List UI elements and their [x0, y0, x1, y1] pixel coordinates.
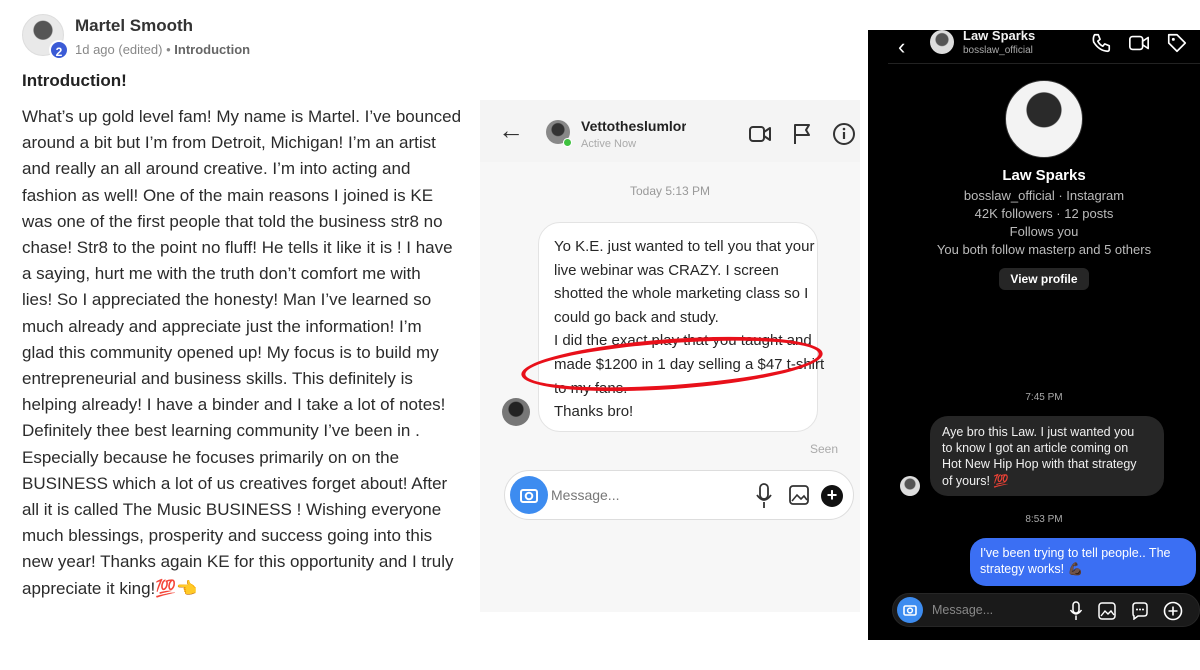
back-icon[interactable]: ‹	[898, 34, 905, 60]
message-line: to know I got an article coming on	[942, 441, 1129, 456]
community-post: 2 Martel Smooth 1d ago (edited) • Introd…	[0, 0, 480, 670]
body-line: was one of the first people that told th…	[22, 211, 443, 231]
active-status: Active Now	[581, 138, 637, 150]
plus-icon[interactable]: +	[821, 485, 843, 507]
sent-message-bubble: I've been trying to tell people.. The st…	[970, 538, 1196, 586]
profile-stats-line: 42K followers · 12 posts	[974, 206, 1114, 221]
message-line: Thanks bro!	[554, 403, 634, 421]
camera-icon[interactable]	[510, 476, 548, 514]
body-line: around a bit but I’m from Detroit, Michi…	[22, 133, 436, 153]
message-timestamp: 7:45 PM	[1025, 392, 1063, 403]
profile-handle-line: bosslaw_official · Instagram	[963, 188, 1125, 203]
message-line: could go back and study.	[554, 308, 719, 326]
view-profile-button[interactable]: View profile	[999, 268, 1089, 290]
post-meta: 1d ago (edited) • Introduction	[75, 42, 250, 57]
microphone-icon[interactable]	[755, 483, 773, 509]
profile-name: Law Sparks	[1002, 167, 1086, 184]
meta-separator: •	[166, 42, 171, 57]
body-line: fashion as well! One of the main reasons…	[22, 185, 434, 205]
back-arrow-icon[interactable]: ←	[498, 117, 524, 143]
contact-username[interactable]: Vettotheslumlorc	[581, 118, 686, 134]
camera-icon[interactable]	[897, 597, 923, 623]
profile-avatar[interactable]	[1005, 80, 1083, 158]
body-line: Especially because he focuses primarily …	[22, 447, 400, 467]
body-line: entrepreneurial and business skills. Thi…	[22, 369, 413, 389]
message-timestamp: 8:53 PM	[1025, 514, 1063, 525]
message-line: Hot New Hip Hop with that strategy	[942, 457, 1137, 472]
gallery-icon[interactable]	[1098, 602, 1116, 620]
level-badge: 2	[49, 40, 69, 60]
post-time: 1d ago (edited)	[75, 42, 163, 57]
video-call-icon[interactable]	[748, 122, 772, 146]
body-line: appreciate it king!💯👈	[22, 578, 198, 598]
post-title: Introduction!	[22, 71, 127, 90]
info-icon[interactable]	[832, 122, 856, 146]
body-line: a saying, hurt me with the truth don’t c…	[22, 264, 421, 284]
post-body: What’s up gold level fam! My name is Mar…	[22, 104, 474, 602]
received-message-bubble: Aye bro this Law. I just wanted you to k…	[930, 416, 1164, 496]
message-line: Yo K.E. just wanted to tell you that you…	[554, 238, 815, 255]
message-input[interactable]: Message...	[551, 487, 619, 503]
body-line: lies! So I appreciated the honesty! Man …	[22, 290, 432, 310]
body-line: helping already! I have a binder and I t…	[22, 395, 446, 415]
seen-indicator: Seen	[810, 442, 839, 456]
body-line: and really an all around creative. I’m i…	[22, 159, 411, 179]
plus-icon[interactable]	[1163, 601, 1183, 621]
gallery-icon[interactable]	[789, 485, 809, 505]
body-line: glad this community opened up! My focus …	[22, 342, 439, 362]
message-timestamp: Today 5:13 PM	[629, 184, 711, 198]
contact-avatar[interactable]	[930, 30, 954, 54]
body-line: What’s up gold level fam! My name is Mar…	[22, 107, 462, 126]
dm-dark-screen: ‹ Law Sparks bosslaw_official Law Sparks…	[868, 28, 1200, 640]
follows-you-line: Follows you	[1009, 224, 1079, 239]
header-divider	[888, 63, 1200, 64]
body-line: BUSINESS which a lot of us creatives for…	[22, 473, 448, 493]
online-indicator	[563, 138, 572, 147]
video-icon[interactable]	[1128, 32, 1150, 54]
tag-icon[interactable]	[1166, 32, 1188, 54]
contact-handle: bosslaw_official	[963, 45, 1033, 56]
body-line: all it is called The Music BUSINESS ! Wi…	[22, 500, 442, 520]
message-line: of yours! 💯	[942, 473, 1009, 488]
received-message-bubble: Yo K.E. just wanted to tell you that you…	[538, 222, 824, 432]
post-category[interactable]: Introduction	[174, 42, 250, 57]
sticker-icon[interactable]	[1131, 602, 1149, 620]
message-line: shotted the whole marketing class so I	[554, 285, 809, 303]
message-input-bar[interactable]: Message... +	[504, 470, 854, 520]
sender-avatar[interactable]	[900, 476, 920, 496]
flag-icon[interactable]	[790, 122, 814, 146]
phone-icon[interactable]	[1090, 32, 1112, 54]
microphone-icon[interactable]	[1069, 601, 1083, 621]
contact-name[interactable]: Law Sparks	[963, 28, 1035, 43]
body-line: chase! Str8 to the point no fluff! He te…	[22, 238, 453, 258]
message-input[interactable]: Message...	[932, 603, 993, 617]
message-input-bar[interactable]: Message...	[892, 593, 1200, 627]
dm-header: ← Vettotheslumlorc Active Now	[480, 100, 860, 162]
author-name[interactable]: Martel Smooth	[75, 16, 193, 36]
message-line: I've been trying to tell people.. The	[980, 546, 1171, 560]
dm-light-screen: ← Vettotheslumlorc Active Now Today 5:13…	[480, 100, 860, 612]
mutual-follow-line: You both follow masterp and 5 others	[936, 242, 1152, 257]
message-line: live webinar was CRAZY. I screen	[554, 261, 779, 279]
body-line: much already and appreciate just the inf…	[22, 316, 422, 336]
message-line: Aye bro this Law. I just wanted you	[942, 425, 1135, 439]
sender-avatar[interactable]	[502, 398, 530, 426]
body-line: Definitely thee best learning community …	[22, 421, 420, 441]
body-line: much blessings, prosperity and success g…	[22, 526, 433, 546]
body-line: new year! Thanks again KE for this oppor…	[22, 552, 454, 572]
message-line: strategy works! 💪🏿	[980, 562, 1084, 577]
